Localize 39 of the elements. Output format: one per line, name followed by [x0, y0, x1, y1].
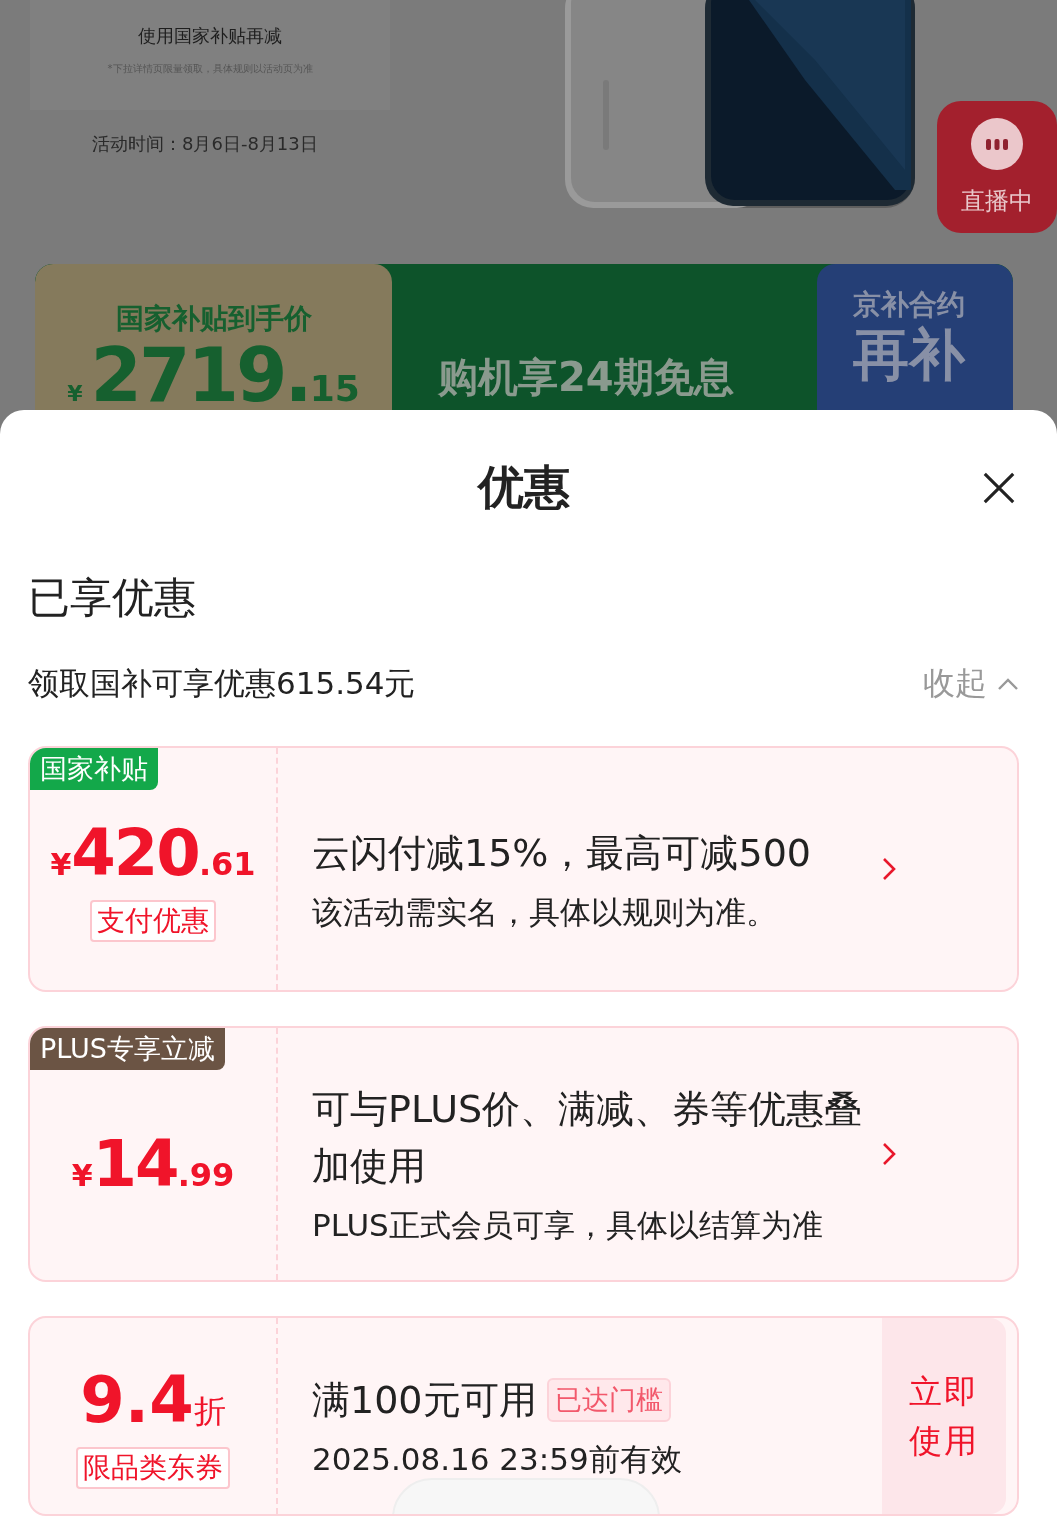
subsidy-price-decimals: 15	[309, 368, 360, 409]
chevron-right-icon	[882, 857, 896, 881]
offer-type-label: 支付优惠	[90, 900, 216, 942]
coupon-condition: 满100元可用	[312, 1376, 537, 1424]
offer-card[interactable]: 国家补贴 ¥420.61 支付优惠 云闪付减15%，最高可减500 该活动需实名，具体以规则为准。	[28, 746, 1019, 992]
live-button[interactable]: 直播中	[937, 101, 1057, 233]
discount-rate: 9.4	[80, 1363, 194, 1437]
offer-amount: 420	[71, 816, 199, 890]
chevron-right-icon	[882, 1142, 896, 1166]
offer-tag: 国家补贴	[30, 748, 158, 790]
coupon-expiry: 2025.08.16 23:59前有效	[312, 1439, 683, 1479]
offer-title: 可与PLUS价、满减、券等优惠叠加使用	[312, 1086, 864, 1190]
chat-icon	[970, 117, 1024, 171]
currency-sign: ¥	[67, 381, 83, 406]
close-icon[interactable]	[983, 472, 1015, 504]
collapse-toggle[interactable]: 收起	[923, 662, 1019, 706]
use-now-button[interactable]: 立即使用	[882, 1318, 1006, 1514]
promo-period: 活动时间：8月6日-8月13日	[92, 132, 319, 156]
currency-sign: ¥	[50, 847, 72, 882]
threshold-badge: 已达门槛	[546, 1378, 671, 1422]
caret-icon	[997, 677, 1019, 691]
contract-headline: 再补	[853, 324, 967, 386]
offer-amount-decimals: .61	[198, 845, 256, 883]
offer-description: PLUS正式会员可享，具体以结算为准	[312, 1206, 824, 1245]
coupon-category: 限品类东券	[76, 1447, 230, 1489]
currency-sign: ¥	[71, 1158, 93, 1193]
discount-unit: 折	[193, 1392, 226, 1432]
promo-subtitle: 使用国家补贴再减	[138, 24, 282, 48]
offer-amount-decimals: .99	[177, 1156, 235, 1194]
savings-summary: 领取国补可享优惠615.54元	[28, 664, 416, 703]
section-title: 已享优惠	[28, 572, 197, 624]
offer-description: 该活动需实名，具体以规则为准。	[312, 892, 778, 932]
installment-text: 购机享24期免息	[437, 353, 735, 402]
offer-tag: PLUS专享立减	[30, 1028, 225, 1070]
offer-title: 云闪付减15%，最高可减500	[312, 829, 812, 877]
sheet-title: 优惠	[477, 458, 570, 516]
offer-card[interactable]: PLUS专享立减 ¥14.99 可与PLUS价、满减、券等优惠叠加使用 PLUS正式会员可享，具体以结算为准	[28, 1026, 1019, 1282]
contract-label: 京补合约	[853, 287, 966, 323]
offer-amount: 14	[92, 1127, 178, 1201]
